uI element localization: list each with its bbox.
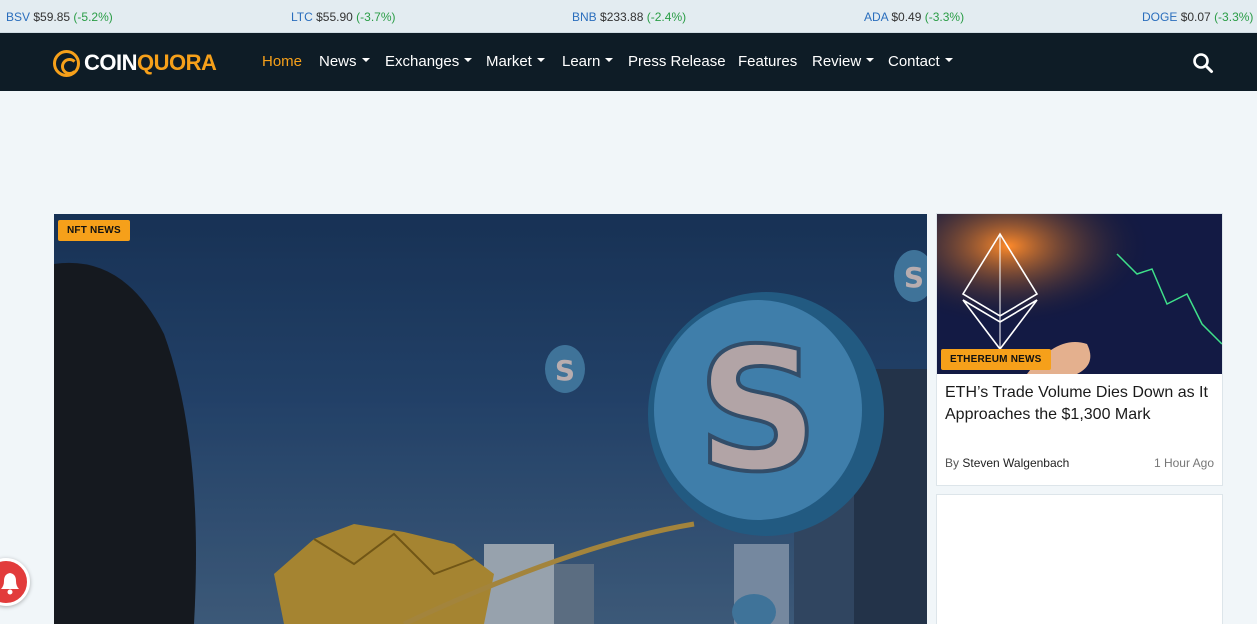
nav-item-home[interactable]: Home xyxy=(262,53,302,70)
notification-bell-button[interactable] xyxy=(0,558,30,606)
logo-icon xyxy=(53,49,80,77)
hero-overlay xyxy=(54,214,927,624)
ticker-price: $55.90 xyxy=(316,10,353,24)
ticker-price: $59.85 xyxy=(33,10,71,24)
ticker-item-doge[interactable]: DOGE $0.07 (-3.3%) xyxy=(1142,10,1253,24)
category-badge[interactable]: ETHEREUM NEWS xyxy=(941,349,1051,370)
ticker-item-bsv[interactable]: BSV $59.85 (-5.2%) xyxy=(6,10,113,24)
nav-label: Contact xyxy=(888,53,940,70)
logo-text: COINQUORA xyxy=(84,50,217,76)
ticker-item-ada[interactable]: ADA $0.49 (-3.3%) xyxy=(864,10,964,24)
ticker-symbol: DOGE xyxy=(1142,10,1178,24)
side-article-title[interactable]: ETH’s Trade Volume Dies Down as It Appro… xyxy=(945,382,1215,426)
nav-label: Learn xyxy=(562,53,601,70)
nav-item-market[interactable]: Market xyxy=(486,53,545,70)
site-logo[interactable]: COINQUORA xyxy=(53,49,217,77)
ticker-item-ltc[interactable]: LTC $55.90 (-3.7%) xyxy=(291,10,396,24)
featured-article-image[interactable]: S S S NFT NEWS xyxy=(54,214,927,624)
nav-item-press-release[interactable]: Press Release xyxy=(628,53,726,70)
nav-item-features[interactable]: Features xyxy=(738,53,797,70)
article-byline: By Steven Walgenbach xyxy=(945,456,1069,470)
bell-icon xyxy=(1,573,19,595)
ticker-change: (-3.3%) xyxy=(924,10,965,24)
caret-down-icon xyxy=(605,58,614,63)
ticker-change: (-5.2%) xyxy=(73,10,113,24)
side-article-card[interactable]: ETHEREUM NEWS ETH’s Trade Volume Dies Do… xyxy=(936,213,1223,486)
ticker-change: (-2.4%) xyxy=(646,10,687,24)
caret-down-icon xyxy=(944,58,953,63)
caret-down-icon xyxy=(536,58,545,63)
ticker-price: $0.07 xyxy=(1180,10,1211,24)
caret-down-icon xyxy=(866,58,875,63)
caret-down-icon xyxy=(361,58,370,63)
ticker-price: $0.49 xyxy=(891,10,922,24)
byline-prefix: By xyxy=(945,456,960,470)
article-timestamp: 1 Hour Ago xyxy=(1153,456,1214,470)
nav-item-review[interactable]: Review xyxy=(812,53,875,70)
nav-item-news[interactable]: News xyxy=(319,53,370,70)
ticker-symbol: LTC xyxy=(291,10,313,24)
ticker-change: (-3.7%) xyxy=(356,10,396,24)
nav-label: Exchanges xyxy=(385,53,460,70)
nav-label: Market xyxy=(486,53,532,70)
logo-text-quora: QUORA xyxy=(137,50,217,75)
ticker-item-bnb[interactable]: BNB $233.88 (-2.4%) xyxy=(572,10,686,24)
price-ticker: BSV $59.85 (-5.2%) LTC $55.90 (-3.7%) BN… xyxy=(0,0,1257,33)
nav-item-contact[interactable]: Contact xyxy=(888,53,953,70)
author-link[interactable]: Steven Walgenbach xyxy=(962,456,1069,470)
ticker-symbol: BSV xyxy=(6,10,31,24)
main-navbar: COINQUORA Home News Exchanges Market Lea… xyxy=(0,33,1257,91)
ticker-price: $233.88 xyxy=(600,10,644,24)
nav-item-learn[interactable]: Learn xyxy=(562,53,614,70)
caret-down-icon xyxy=(464,58,473,63)
search-icon[interactable] xyxy=(1192,52,1214,74)
logo-text-coin: COIN xyxy=(84,50,138,75)
side-article-card-placeholder xyxy=(936,494,1223,624)
nav-item-exchanges[interactable]: Exchanges xyxy=(385,53,473,70)
category-badge[interactable]: NFT NEWS xyxy=(58,220,130,241)
nav-label: News xyxy=(319,53,357,70)
ticker-symbol: BNB xyxy=(572,10,597,24)
hero-illustration: S S S xyxy=(54,214,927,624)
ticker-symbol: ADA xyxy=(864,10,889,24)
ticker-change: (-3.3%) xyxy=(1214,10,1254,24)
nav-label: Review xyxy=(812,53,862,70)
